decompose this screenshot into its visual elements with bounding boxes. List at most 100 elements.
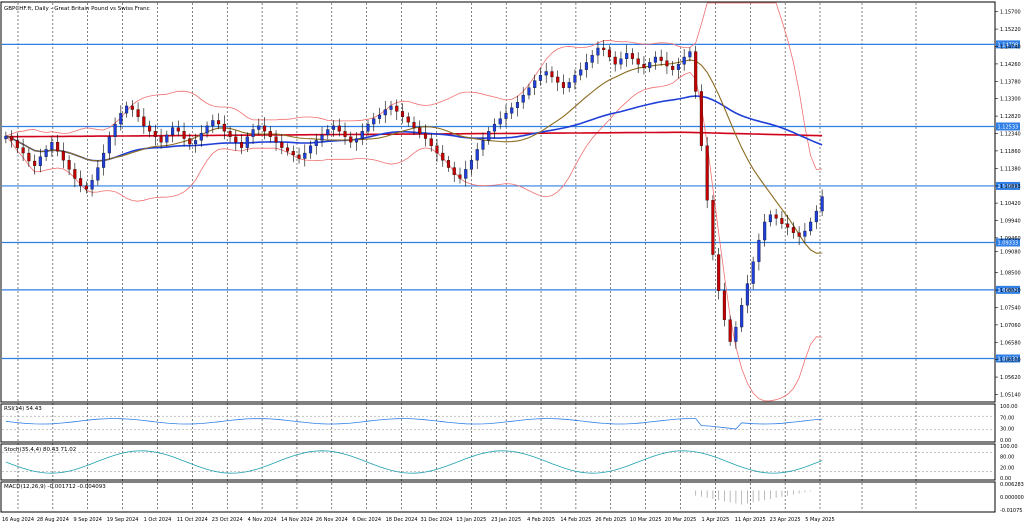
candle-up	[125, 105, 129, 114]
price-tick-label: 1.10420	[1000, 201, 1021, 207]
candle-up	[757, 239, 761, 262]
candle-up	[625, 53, 629, 59]
time-tick-label: 11 Oct 2024	[177, 517, 208, 523]
candle-down	[21, 147, 25, 154]
candle-down	[699, 91, 703, 146]
macd-label: MACD(12,26,9) -0.001712 -0.004093	[4, 484, 106, 490]
candle-down	[613, 56, 617, 65]
candle-down	[280, 142, 284, 148]
candle-up	[331, 125, 336, 130]
candle-down	[400, 111, 405, 117]
candle-down	[182, 131, 186, 139]
candle-down	[153, 131, 157, 137]
candle-up	[751, 261, 755, 284]
time-tick-label: 6 Dec 2024	[352, 517, 381, 523]
price-tick-label: 1.12820	[1000, 114, 1021, 120]
candle-down	[797, 232, 801, 237]
candle-down	[435, 145, 439, 154]
candle-up	[820, 196, 824, 212]
candle-up	[498, 118, 502, 125]
price-tick-label: 1.08020	[1000, 288, 1021, 294]
time-tick-label: 10 Mar 2025	[630, 517, 662, 523]
candle-down	[79, 178, 83, 186]
candle-down	[642, 64, 646, 69]
candle-down	[84, 185, 88, 190]
candle-up	[303, 152, 307, 159]
candle-up	[584, 62, 588, 70]
candle-up	[475, 149, 479, 161]
time-tick-label: 5 May 2025	[805, 517, 834, 523]
candle-down	[630, 53, 634, 59]
candle-down	[659, 56, 663, 61]
candle-up	[510, 107, 514, 114]
stoch-tick-label: 100.00	[1000, 444, 1018, 450]
candle-down	[291, 151, 295, 156]
chart-frames	[0, 1, 996, 513]
time-tick-label: 23 Apr 2025	[770, 517, 801, 523]
candle-down	[786, 223, 790, 228]
candle-down	[780, 218, 784, 224]
candle-up	[538, 74, 543, 81]
candle-down	[607, 49, 611, 58]
candle-down	[268, 131, 272, 137]
candle-up	[119, 113, 123, 125]
candle-up	[107, 136, 111, 154]
time-tick-label: 26 Feb 2025	[595, 517, 626, 523]
candle-up	[320, 134, 324, 141]
candle-down	[728, 319, 732, 342]
candle-down	[136, 109, 140, 117]
price-tick-label: 1.07060	[1000, 323, 1021, 329]
candle-down	[343, 131, 347, 137]
macd-tick-label: -0.01075	[1000, 508, 1022, 514]
candle-up	[579, 69, 583, 76]
price-tick-label: 1.14260	[1000, 62, 1021, 68]
candle-up	[567, 82, 571, 88]
time-tick-label: 14 Nov 2024	[281, 517, 313, 523]
candle-up	[205, 125, 209, 134]
candle-down	[717, 254, 721, 291]
candle-up	[653, 56, 657, 63]
stoch-label: Stoch(35,4,4) 80.43 71.02	[4, 447, 76, 453]
price-tick-label: 1.09940	[1000, 218, 1021, 224]
macd-tick-label: 0.000000	[1000, 495, 1024, 501]
candle-up	[194, 140, 198, 145]
candle-up	[492, 123, 497, 132]
candle-down	[15, 140, 19, 148]
candle-down	[423, 132, 428, 139]
time-tick-label: 16 Aug 2024	[2, 517, 34, 523]
candle-up	[521, 94, 525, 103]
candle-up	[734, 326, 738, 342]
candle-up	[326, 129, 330, 136]
candle-down	[694, 51, 698, 92]
candle-down	[130, 105, 134, 110]
candle-up	[527, 87, 531, 96]
time-tick-label: 11 Apr 2025	[735, 517, 766, 523]
rsi-tick-label: 100.00	[1000, 404, 1018, 410]
time-tick-label: 26 Nov 2024	[316, 517, 348, 523]
candle-down	[429, 138, 433, 146]
candle-down	[722, 290, 726, 320]
candle-up	[251, 129, 255, 137]
price-tick-label: 1.06580	[1000, 340, 1021, 346]
candle-down	[228, 131, 232, 137]
candle-down	[671, 65, 675, 70]
candle-up	[211, 120, 215, 127]
time-tick-label: 13 Jan 2025	[456, 517, 486, 523]
candle-up	[573, 74, 577, 83]
candle-up	[366, 123, 370, 132]
candle-up	[504, 113, 508, 119]
candle-down	[27, 152, 31, 162]
candle-down	[774, 214, 778, 219]
rsi-label: RSI(14) 54.43	[4, 406, 42, 412]
candle-down	[337, 125, 341, 132]
candle-up	[682, 56, 686, 65]
candle-up	[354, 138, 359, 143]
candle-down	[395, 105, 399, 112]
time-tick-label: 23 Jan 2025	[491, 517, 521, 523]
candle-up	[4, 135, 8, 140]
candle-down	[711, 200, 715, 255]
candle-up	[38, 156, 42, 166]
candle-down	[159, 136, 163, 143]
candle-down	[176, 127, 180, 132]
candle-down	[262, 125, 267, 132]
